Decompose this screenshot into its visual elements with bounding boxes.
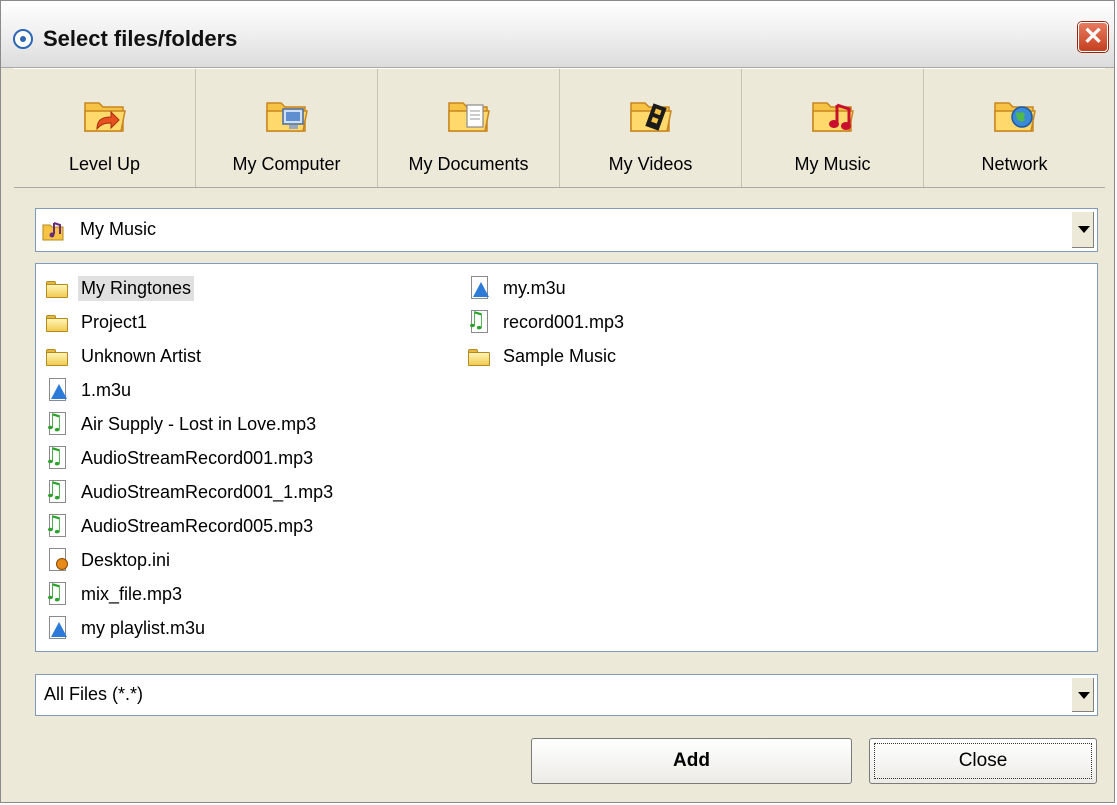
location-value: My Music bbox=[80, 219, 156, 239]
list-item[interactable]: record001.mp3 bbox=[466, 305, 627, 339]
list-item[interactable]: my playlist.m3u bbox=[46, 611, 336, 645]
toolbar-level-up-button[interactable]: Level Up bbox=[14, 69, 196, 187]
close-button[interactable]: Close bbox=[869, 738, 1097, 784]
file-name: 1.m3u bbox=[81, 379, 132, 400]
file-name: Desktop.ini bbox=[81, 549, 171, 570]
location-combo[interactable]: My Music bbox=[35, 208, 1098, 252]
toolbar-my-computer-button[interactable]: My Computer bbox=[196, 69, 378, 187]
folder-music-icon bbox=[811, 102, 854, 132]
folder-computer-icon bbox=[265, 102, 308, 132]
toolbar-label: My Documents bbox=[408, 154, 529, 174]
toolbar-label: My Videos bbox=[608, 154, 693, 174]
dialog-window: Select files/folders ✕ Level Up My Compu… bbox=[0, 0, 1115, 803]
file-name: Sample Music bbox=[503, 345, 617, 366]
folder-icon bbox=[46, 344, 70, 368]
playlist-file-icon bbox=[46, 616, 70, 640]
playlist-file-icon bbox=[468, 276, 492, 300]
chevron-down-icon[interactable] bbox=[1071, 211, 1095, 249]
file-name: mix_file.mp3 bbox=[81, 583, 183, 604]
file-name: Project1 bbox=[81, 311, 148, 332]
folder-documents-icon bbox=[447, 102, 490, 132]
add-button-label: Add bbox=[673, 750, 710, 771]
list-item[interactable]: Air Supply - Lost in Love.mp3 bbox=[44, 407, 336, 441]
file-name: my playlist.m3u bbox=[81, 617, 206, 638]
file-name: Unknown Artist bbox=[81, 345, 202, 366]
settings-file-icon bbox=[46, 548, 70, 572]
file-list-column: my.m3u record001.mp3 Sample Music bbox=[466, 271, 627, 373]
title-bar[interactable]: Select files/folders ✕ bbox=[1, 1, 1114, 68]
toolbar-label: Level Up bbox=[68, 154, 141, 174]
file-name: AudioStreamRecord001_1.mp3 bbox=[81, 481, 334, 502]
file-name: record001.mp3 bbox=[503, 311, 625, 332]
folder-network-icon bbox=[993, 102, 1036, 132]
toolbar-my-music-button[interactable]: My Music bbox=[742, 69, 924, 187]
file-name: AudioStreamRecord005.mp3 bbox=[81, 515, 314, 536]
audio-file-icon bbox=[466, 309, 492, 334]
my-music-folder-icon bbox=[42, 222, 64, 241]
list-item[interactable]: AudioStreamRecord001.mp3 bbox=[44, 441, 336, 475]
list-item[interactable]: mix_file.mp3 bbox=[44, 577, 336, 611]
folder-icon bbox=[46, 276, 70, 300]
list-item[interactable]: AudioStreamRecord005.mp3 bbox=[44, 509, 336, 543]
list-item[interactable]: 1.m3u bbox=[46, 373, 336, 407]
list-item[interactable]: AudioStreamRecord001_1.mp3 bbox=[44, 475, 336, 509]
file-name: Air Supply - Lost in Love.mp3 bbox=[81, 413, 317, 434]
toolbar-label: Network bbox=[981, 154, 1048, 174]
list-item[interactable]: Sample Music bbox=[468, 339, 627, 373]
file-type-filter-combo[interactable]: All Files (*.*) bbox=[35, 674, 1098, 716]
chevron-down-icon[interactable] bbox=[1071, 677, 1095, 713]
file-name: AudioStreamRecord001.mp3 bbox=[81, 447, 314, 468]
file-list-column: My Ringtones Project1 Unknown Artist 1.m… bbox=[44, 271, 336, 645]
audio-file-icon bbox=[44, 581, 70, 606]
close-window-button[interactable]: ✕ bbox=[1078, 22, 1108, 52]
list-item[interactable]: Desktop.ini bbox=[46, 543, 336, 577]
audio-file-icon bbox=[44, 411, 70, 436]
file-type-filter-value: All Files (*.*) bbox=[44, 684, 144, 704]
list-item[interactable]: Unknown Artist bbox=[46, 339, 336, 373]
list-item[interactable]: My Ringtones bbox=[46, 271, 336, 305]
toolbar-my-videos-button[interactable]: My Videos bbox=[560, 69, 742, 187]
audio-file-icon bbox=[44, 479, 70, 504]
toolbar-network-button[interactable]: Network bbox=[924, 69, 1105, 187]
toolbar-label: My Computer bbox=[232, 154, 341, 174]
audio-file-icon bbox=[44, 513, 70, 538]
folder-videos-icon bbox=[629, 102, 672, 132]
window-title: Select files/folders bbox=[43, 26, 238, 51]
file-name: my.m3u bbox=[503, 277, 566, 298]
toolbar-my-documents-button[interactable]: My Documents bbox=[378, 69, 560, 187]
toolbar-label: My Music bbox=[794, 154, 871, 174]
folder-level-up-icon bbox=[83, 102, 126, 132]
toolbar: Level Up My Computer My Documents My Vid… bbox=[14, 68, 1105, 188]
folder-icon bbox=[468, 344, 492, 368]
app-icon bbox=[13, 29, 33, 49]
file-name: My Ringtones bbox=[78, 275, 195, 301]
list-item[interactable]: Project1 bbox=[46, 305, 336, 339]
add-button[interactable]: Add bbox=[531, 738, 852, 784]
playlist-file-icon bbox=[46, 378, 70, 402]
audio-file-icon bbox=[44, 445, 70, 470]
list-item[interactable]: my.m3u bbox=[468, 271, 627, 305]
file-list[interactable]: My Ringtones Project1 Unknown Artist 1.m… bbox=[35, 263, 1098, 652]
focus-ring bbox=[874, 743, 1092, 779]
folder-icon bbox=[46, 310, 70, 334]
